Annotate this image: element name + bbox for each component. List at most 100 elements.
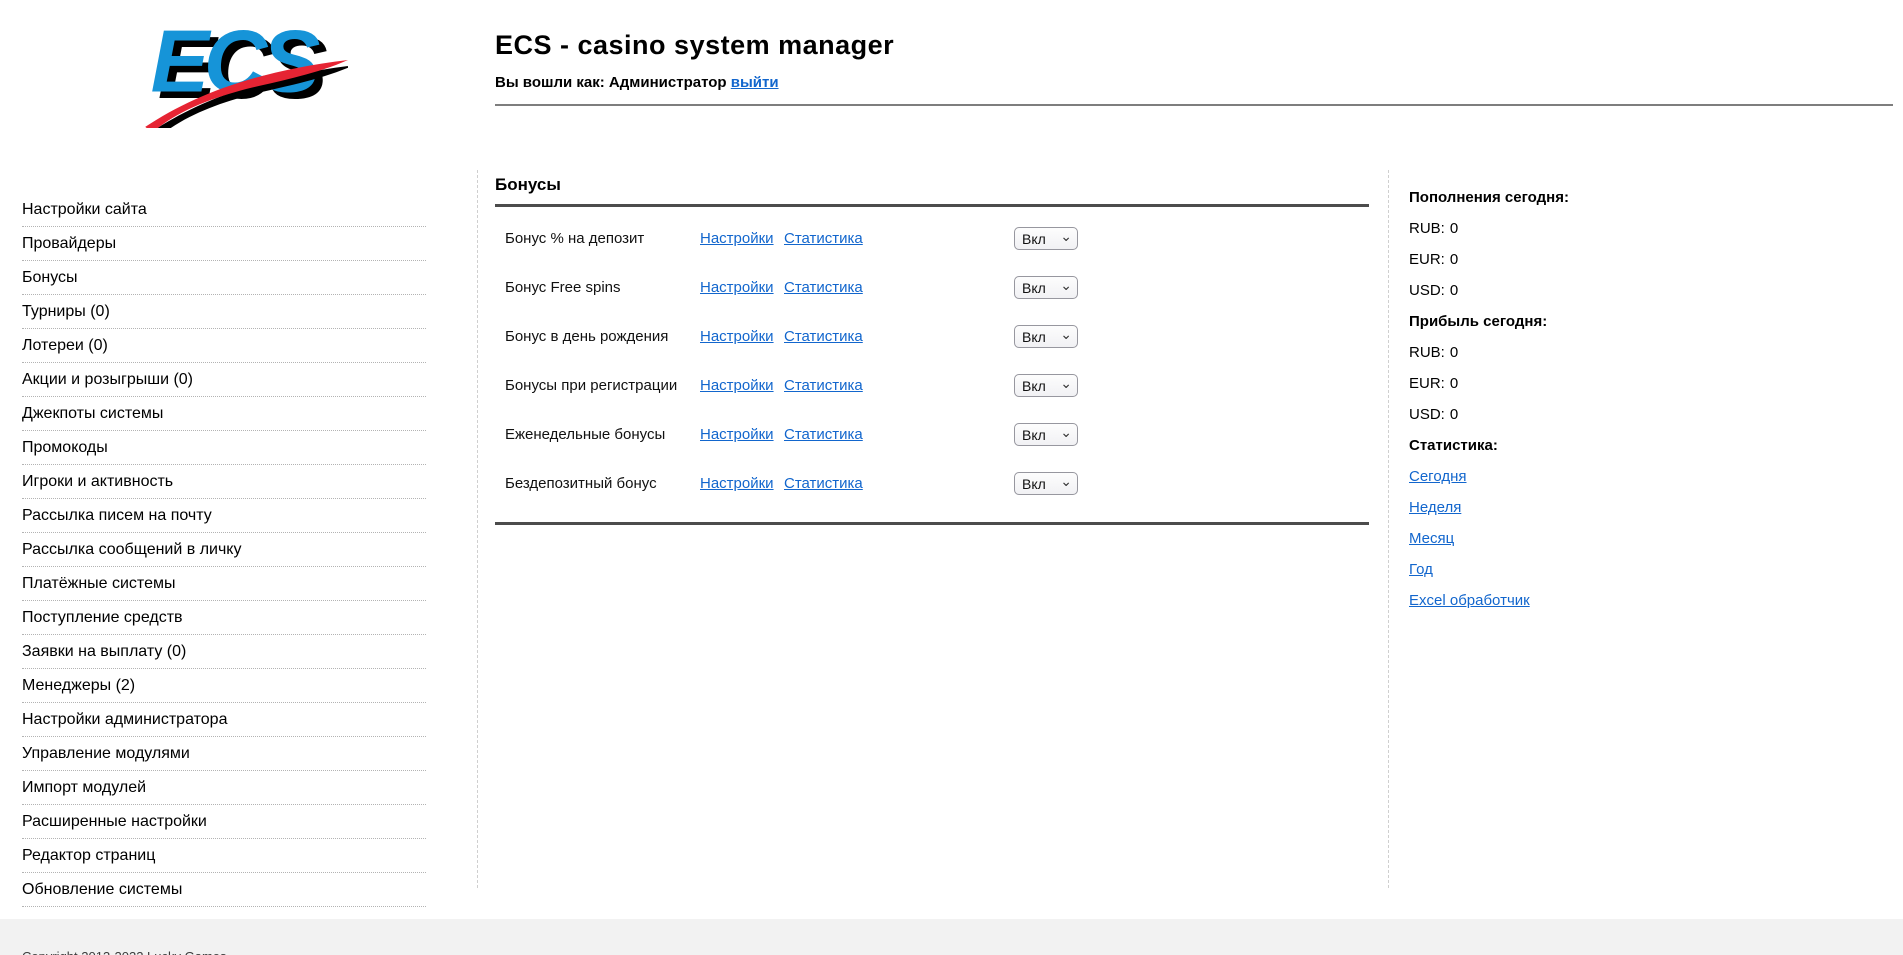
bonus-state-select[interactable]: Вкл (1014, 472, 1078, 495)
bonus-statistics-link[interactable]: Статистика (784, 328, 863, 345)
header-divider (495, 104, 1893, 106)
bonus-state-select[interactable]: Вкл (1014, 325, 1078, 348)
sidebar-item[interactable]: Турниры (0) (22, 295, 426, 329)
sidebar-item[interactable]: Редактор страниц (22, 839, 426, 873)
sidebar-item[interactable]: Менеджеры (2) (22, 669, 426, 703)
sidebar-item-label: Турниры (0) (22, 303, 110, 321)
sidebar-item[interactable]: Провайдеры (22, 227, 426, 261)
currency-value: 0 (1450, 375, 1458, 392)
footer: Copyright 2013-2022 Lucky Games (0, 919, 1903, 955)
sidebar-item[interactable]: Управление модулями (22, 737, 426, 771)
sidebar-item-label: Импорт модулей (22, 779, 146, 797)
bonus-state-select[interactable]: Вкл (1014, 227, 1078, 250)
ecs-logo-graphic: ECS ECS (138, 10, 348, 128)
logout-link[interactable]: выйти (731, 74, 779, 91)
bonus-name: Бонус в день рождения (495, 328, 700, 345)
currency-value: 0 (1450, 251, 1458, 268)
bonus-name: Бонус Free spins (495, 279, 700, 296)
bonus-row: Еженедельные бонусы Настройки Статистика… (495, 410, 1369, 459)
stat-link-line: Неделя (1409, 492, 1709, 523)
sidebar-item-label: Управление модулями (22, 745, 190, 763)
deposits-today-title: Пополнения сегодня: (1409, 182, 1709, 213)
bonus-rows: Бонус % на депозит Настройки Статистика … (495, 214, 1369, 508)
sidebar-item[interactable]: Рассылка писем на почту (22, 499, 426, 533)
sidebar-item[interactable]: Расширенные настройки (22, 805, 426, 839)
stat-link[interactable]: Месяц (1409, 530, 1454, 547)
section-bottom-rule (495, 522, 1369, 525)
sidebar-item-label: Бонусы (22, 269, 78, 287)
sidebar-item[interactable]: Заявки на выплату (0) (22, 635, 426, 669)
sidebar-item[interactable]: Джекпоты системы (22, 397, 426, 431)
currency-label: EUR: (1409, 375, 1445, 392)
bonus-name: Бонусы при регистрации (495, 377, 700, 394)
currency-value: 0 (1450, 344, 1458, 361)
currency-value: 0 (1450, 220, 1458, 237)
sidebar-item[interactable]: Поступление средств (22, 601, 426, 635)
section-title: Бонусы (495, 175, 1369, 195)
bonus-state-select-wrap: Вкл ⌄ (1014, 227, 1078, 250)
bonus-settings-link[interactable]: Настройки (700, 230, 774, 247)
bonus-statistics-link[interactable]: Статистика (784, 475, 863, 492)
bonus-row: Бонус % на депозит Настройки Статистика … (495, 214, 1369, 263)
currency-line: RUB: 0 (1409, 337, 1709, 368)
left-column-divider (477, 170, 478, 888)
bonus-settings-link[interactable]: Настройки (700, 279, 774, 296)
profit-today-title: Прибыль сегодня: (1409, 306, 1709, 337)
stat-link[interactable]: Сегодня (1409, 468, 1467, 485)
bonus-settings-link[interactable]: Настройки (700, 377, 774, 394)
currency-label: RUB: (1409, 220, 1445, 237)
currency-label: EUR: (1409, 251, 1445, 268)
sidebar-item[interactable]: Импорт модулей (22, 771, 426, 805)
stat-link[interactable]: Неделя (1409, 499, 1461, 516)
stat-link[interactable]: Excel обработчик (1409, 592, 1530, 609)
bonus-statistics-link[interactable]: Статистика (784, 279, 863, 296)
sidebar-item[interactable]: Игроки и активность (22, 465, 426, 499)
sidebar-item[interactable]: Бонусы (22, 261, 426, 295)
bonus-state-select-wrap: Вкл ⌄ (1014, 325, 1078, 348)
statistics-links: Сегодня Неделя Месяц Год Excel обработчи… (1409, 461, 1709, 616)
bonus-state-select[interactable]: Вкл (1014, 276, 1078, 299)
sidebar-item[interactable]: Настройки сайта (22, 193, 426, 227)
bonus-row: Бездепозитный бонус Настройки Статистика… (495, 459, 1369, 508)
sidebar-item-label: Редактор страниц (22, 847, 155, 865)
bonus-row: Бонусы при регистрации Настройки Статист… (495, 361, 1369, 410)
bonus-row: Бонус в день рождения Настройки Статисти… (495, 312, 1369, 361)
sidebar-item-label: Рассылка писем на почту (22, 507, 212, 525)
page-title: ECS - casino system manager (495, 30, 894, 61)
copyright-text: Copyright 2013-2022 Lucky Games (22, 949, 227, 955)
bonus-state-select-wrap: Вкл ⌄ (1014, 374, 1078, 397)
ecs-logo[interactable]: ECS ECS (138, 10, 348, 128)
bonus-state-select[interactable]: Вкл (1014, 423, 1078, 446)
sidebar-item-label: Обновление системы (22, 881, 182, 899)
sidebar-item-label: Настройки администратора (22, 711, 227, 729)
sidebar-item[interactable]: Платёжные системы (22, 567, 426, 601)
sidebar-item[interactable]: Промокоды (22, 431, 426, 465)
bonus-state-select[interactable]: Вкл (1014, 374, 1078, 397)
sidebar-item[interactable]: Рассылка сообщений в личку (22, 533, 426, 567)
sidebar-item[interactable]: Настройки администратора (22, 703, 426, 737)
bonus-settings-link[interactable]: Настройки (700, 328, 774, 345)
bonus-statistics-link[interactable]: Статистика (784, 377, 863, 394)
bonus-settings-link[interactable]: Настройки (700, 426, 774, 443)
sidebar-item[interactable]: Акции и розыгрыши (0) (22, 363, 426, 397)
sidebar-item-label: Лотереи (0) (22, 337, 108, 355)
bonus-settings-link[interactable]: Настройки (700, 475, 774, 492)
stat-link-line: Год (1409, 554, 1709, 585)
bonus-statistics-link[interactable]: Статистика (784, 426, 863, 443)
sidebar-item-label: Акции и розыгрыши (0) (22, 371, 193, 389)
deposits-today-lines: RUB: 0 EUR: 0 USD: 0 (1409, 213, 1709, 306)
stat-link[interactable]: Год (1409, 561, 1433, 578)
bonus-name: Еженедельные бонусы (495, 426, 700, 443)
stat-link-line: Excel обработчик (1409, 585, 1709, 616)
section-top-rule (495, 204, 1369, 207)
currency-value: 0 (1450, 406, 1458, 423)
summary-panel: Пополнения сегодня: RUB: 0 EUR: 0 USD: 0… (1409, 182, 1709, 616)
bonus-statistics-link[interactable]: Статистика (784, 230, 863, 247)
login-status: Вы вошли как: Администратор выйти (495, 74, 779, 91)
sidebar-item-label: Заявки на выплату (0) (22, 643, 186, 661)
sidebar-item[interactable]: Лотереи (0) (22, 329, 426, 363)
currency-label: RUB: (1409, 344, 1445, 361)
sidebar-item[interactable]: Обновление системы (22, 873, 426, 907)
bonus-name: Бездепозитный бонус (495, 475, 700, 492)
login-status-text: Вы вошли как: Администратор (495, 74, 727, 91)
